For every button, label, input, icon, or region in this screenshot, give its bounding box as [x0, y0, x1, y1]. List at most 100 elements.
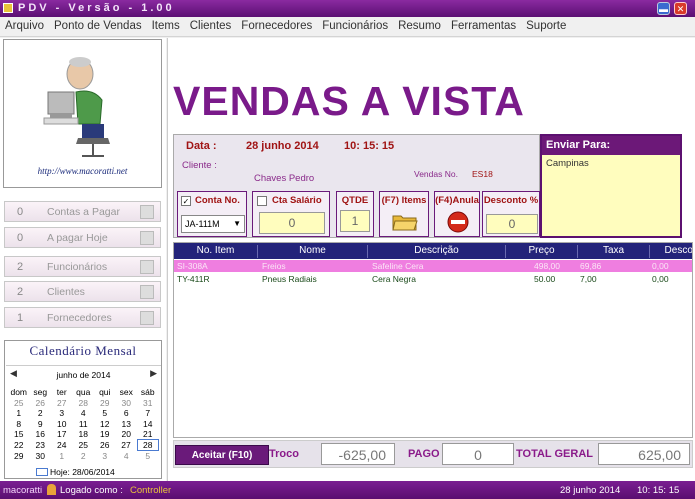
calendar-day[interactable]: 6 [116, 408, 138, 419]
side-button-fornecedores[interactable]: 1 Fornecedores [4, 307, 161, 328]
calendar-day[interactable]: 3 [51, 408, 73, 419]
calendar-day[interactable]: 18 [73, 429, 95, 440]
side-label: Funcionários [47, 261, 108, 273]
calendar-day[interactable]: 1 [51, 451, 73, 462]
menu-ponto-de-vendas[interactable]: Ponto de Vendas [49, 17, 147, 32]
side-button-clientes[interactable]: 2 Clientes [4, 281, 161, 302]
calendar-day[interactable]: 20 [116, 429, 138, 440]
calendar-day[interactable]: 11 [73, 419, 95, 430]
calendar-day[interactable]: 27 [51, 398, 73, 409]
accept-button[interactable]: Aceitar (F10) [175, 445, 269, 465]
menu-funcionarios[interactable]: Funcionários [317, 17, 393, 32]
column-header-taxa[interactable]: Taxa [578, 245, 650, 258]
quantity-field[interactable]: 1 [340, 210, 370, 232]
menu-items[interactable]: Items [147, 17, 185, 32]
calendar-day[interactable]: 2 [30, 408, 52, 419]
salary-account-checkbox[interactable] [257, 196, 267, 206]
calendar-day[interactable]: 21 [137, 429, 159, 440]
side-label: Contas a Pagar [47, 206, 120, 218]
items-button[interactable]: (F7) Items [379, 191, 429, 237]
cell-item-no: SI-308A [177, 261, 208, 271]
account-select[interactable]: JA-111M ▼ [181, 215, 245, 233]
calendar-day[interactable]: 29 [94, 398, 116, 409]
calendar-day[interactable]: 25 [73, 440, 95, 451]
cell-tax: 7,00 [580, 274, 597, 284]
cancel-item-button[interactable]: (F4)Anula [434, 191, 480, 237]
calendar-day[interactable]: 29 [8, 451, 30, 462]
calendar-day[interactable]: 12 [94, 419, 116, 430]
ship-to-field[interactable]: Campinas [542, 155, 680, 169]
status-date: 28 junho 2014 [560, 485, 621, 496]
calendar-day[interactable]: 30 [116, 398, 138, 409]
discount-field[interactable]: 0 [486, 214, 538, 234]
calendar-day[interactable]: 26 [30, 398, 52, 409]
calendar-day[interactable]: 4 [73, 408, 95, 419]
cell-discount: 0,00 [652, 274, 669, 284]
calendar-today[interactable]: Hoje: 28/06/2014 [50, 467, 115, 477]
next-month-icon[interactable]: ▶ [150, 368, 157, 379]
side-button-funcionarios[interactable]: 2 Funcionários [4, 256, 161, 277]
calendar-day[interactable]: 16 [30, 429, 52, 440]
column-header-nome[interactable]: Nome [258, 245, 368, 258]
salary-account-group: Cta Salário 0 [252, 191, 330, 237]
calendar-day[interactable]: 13 [116, 419, 138, 430]
calendar-day[interactable]: 5 [94, 408, 116, 419]
calendar-day[interactable]: 10 [51, 419, 73, 430]
calendar-day[interactable]: 24 [51, 440, 73, 451]
menu-resumo[interactable]: Resumo [393, 17, 446, 32]
calendar-day[interactable]: 15 [8, 429, 30, 440]
calendar-day-selected[interactable]: 28 [136, 439, 159, 451]
calendar-day[interactable]: 31 [137, 398, 159, 409]
calendar-day[interactable]: 28 [73, 398, 95, 409]
menu-arquivo[interactable]: Arquivo [0, 17, 49, 32]
client-name: Chaves Pedro [254, 173, 315, 184]
side-count: 1 [17, 312, 24, 324]
month-calendar[interactable]: ◀ junho de 2014 ▶ dom seg ter qua qui se… [6, 365, 161, 477]
paid-field[interactable]: 0 [442, 443, 514, 465]
column-header-descricao[interactable]: Descrição [368, 245, 506, 258]
minimize-button[interactable]: ▬ [657, 2, 670, 15]
cell-description: Safeline Cera [372, 261, 424, 271]
calendar-day[interactable]: 1 [8, 408, 30, 419]
close-button[interactable]: ✕ [674, 2, 687, 15]
column-header-no-item[interactable]: No. Item [174, 245, 258, 258]
calendar-day[interactable]: 23 [30, 440, 52, 451]
sale-number-label: Vendas No. [414, 169, 458, 179]
menu-fornecedores[interactable]: Fornecedores [236, 17, 317, 32]
window-title: PDV - Versão - 1.00 [18, 2, 175, 14]
calendar-day[interactable]: 22 [8, 440, 30, 451]
calendar-day[interactable]: 19 [94, 429, 116, 440]
sale-time: 10: 15: 15 [344, 140, 395, 152]
calendar-day[interactable]: 4 [116, 451, 138, 462]
calendar-day[interactable]: 14 [137, 419, 159, 430]
side-label: Clientes [47, 286, 85, 298]
calendar-day[interactable]: 3 [94, 451, 116, 462]
logo-url[interactable]: http://www.macoratti.net [4, 166, 161, 176]
total-field[interactable]: 625,00 [598, 443, 690, 465]
side-count: 2 [17, 286, 24, 298]
menu-clientes[interactable]: Clientes [185, 17, 237, 32]
calendar-day[interactable]: 17 [51, 429, 73, 440]
salary-account-field[interactable]: 0 [259, 212, 325, 234]
calendar-day[interactable]: 26 [94, 440, 116, 451]
menu-suporte[interactable]: Suporte [521, 17, 571, 32]
status-bar: macoratti Logado como : Controller 28 ju… [0, 481, 695, 499]
calendar-day[interactable]: 8 [8, 419, 30, 430]
table-row-selected[interactable]: SI-308A Freios Safeline Cera 498,00 69,8… [174, 260, 692, 272]
account-checkbox[interactable]: ✓ [181, 196, 191, 206]
calendar-day[interactable]: 30 [30, 451, 52, 462]
calendar-day[interactable]: 27 [116, 440, 138, 451]
calendar-day[interactable]: 5 [137, 451, 159, 461]
column-header-preco[interactable]: Preço [506, 245, 578, 258]
calendar-day[interactable]: 9 [30, 419, 52, 430]
calendar-day[interactable]: 25 [8, 398, 30, 409]
side-button-a-pagar-hoje[interactable]: 0 A pagar Hoje [4, 227, 161, 248]
calendar-day[interactable]: 7 [137, 408, 159, 419]
change-field[interactable]: -625,00 [321, 443, 395, 465]
column-header-desconto[interactable]: Descon [650, 245, 692, 258]
table-row[interactable]: TY-411R Pneus Radiais Cera Negra 50.00 7… [174, 273, 692, 285]
calendar-day[interactable]: 2 [73, 451, 95, 462]
menu-ferramentas[interactable]: Ferramentas [446, 17, 521, 32]
side-button-contas-a-pagar[interactable]: 0 Contas a Pagar [4, 201, 161, 222]
discount-group: Desconto % 0 [482, 191, 540, 237]
